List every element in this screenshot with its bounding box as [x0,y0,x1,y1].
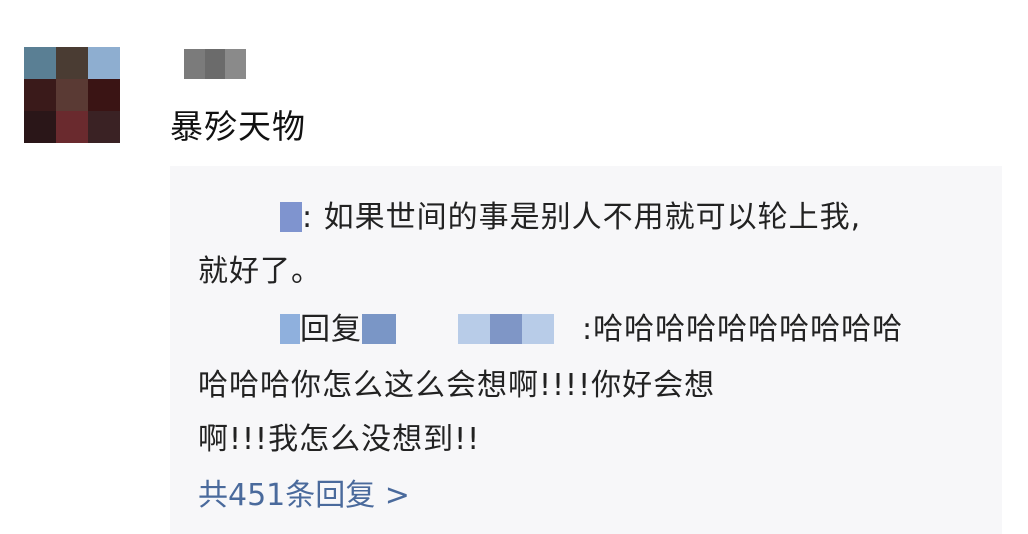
reply-1-line-1: : 如果世间的事是别人不用就可以轮上我, [280,192,861,236]
reply-1-author-blurred[interactable] [280,202,302,232]
post-text: 暴殄天物 [170,107,306,146]
reply-1-line-2: 就好了。 [198,254,322,289]
reply-2-reply-word: 回复 [300,312,362,347]
reply-2-target-blurred-3 [490,314,522,344]
more-replies-link[interactable]: 共451条回复 > [198,470,410,514]
reply-1-colon: : [302,200,324,235]
reply-2-target-blurred[interactable] [362,314,396,344]
username-blurred[interactable] [184,49,247,79]
reply-2-line-3: 啊!!!我怎么没想到!! [198,422,481,457]
reply-2-line-2: 哈哈哈你怎么这么会想啊!!!!你好会想 [198,368,716,403]
reply-2-target-blurred-4 [522,314,554,344]
reply-2-target-blurred-2[interactable] [458,314,490,344]
reply-2-line-1: 回复:哈哈哈哈哈哈哈哈哈哈 [280,304,903,348]
reply-1-text-1: 如果世间的事是别人不用就可以轮上我, [323,200,862,235]
reply-2-text-1: 哈哈哈哈哈哈哈哈哈哈 [593,312,904,347]
reply-2-colon: : [582,312,594,347]
avatar[interactable] [24,47,120,143]
reply-2-author-blurred[interactable] [280,314,300,344]
